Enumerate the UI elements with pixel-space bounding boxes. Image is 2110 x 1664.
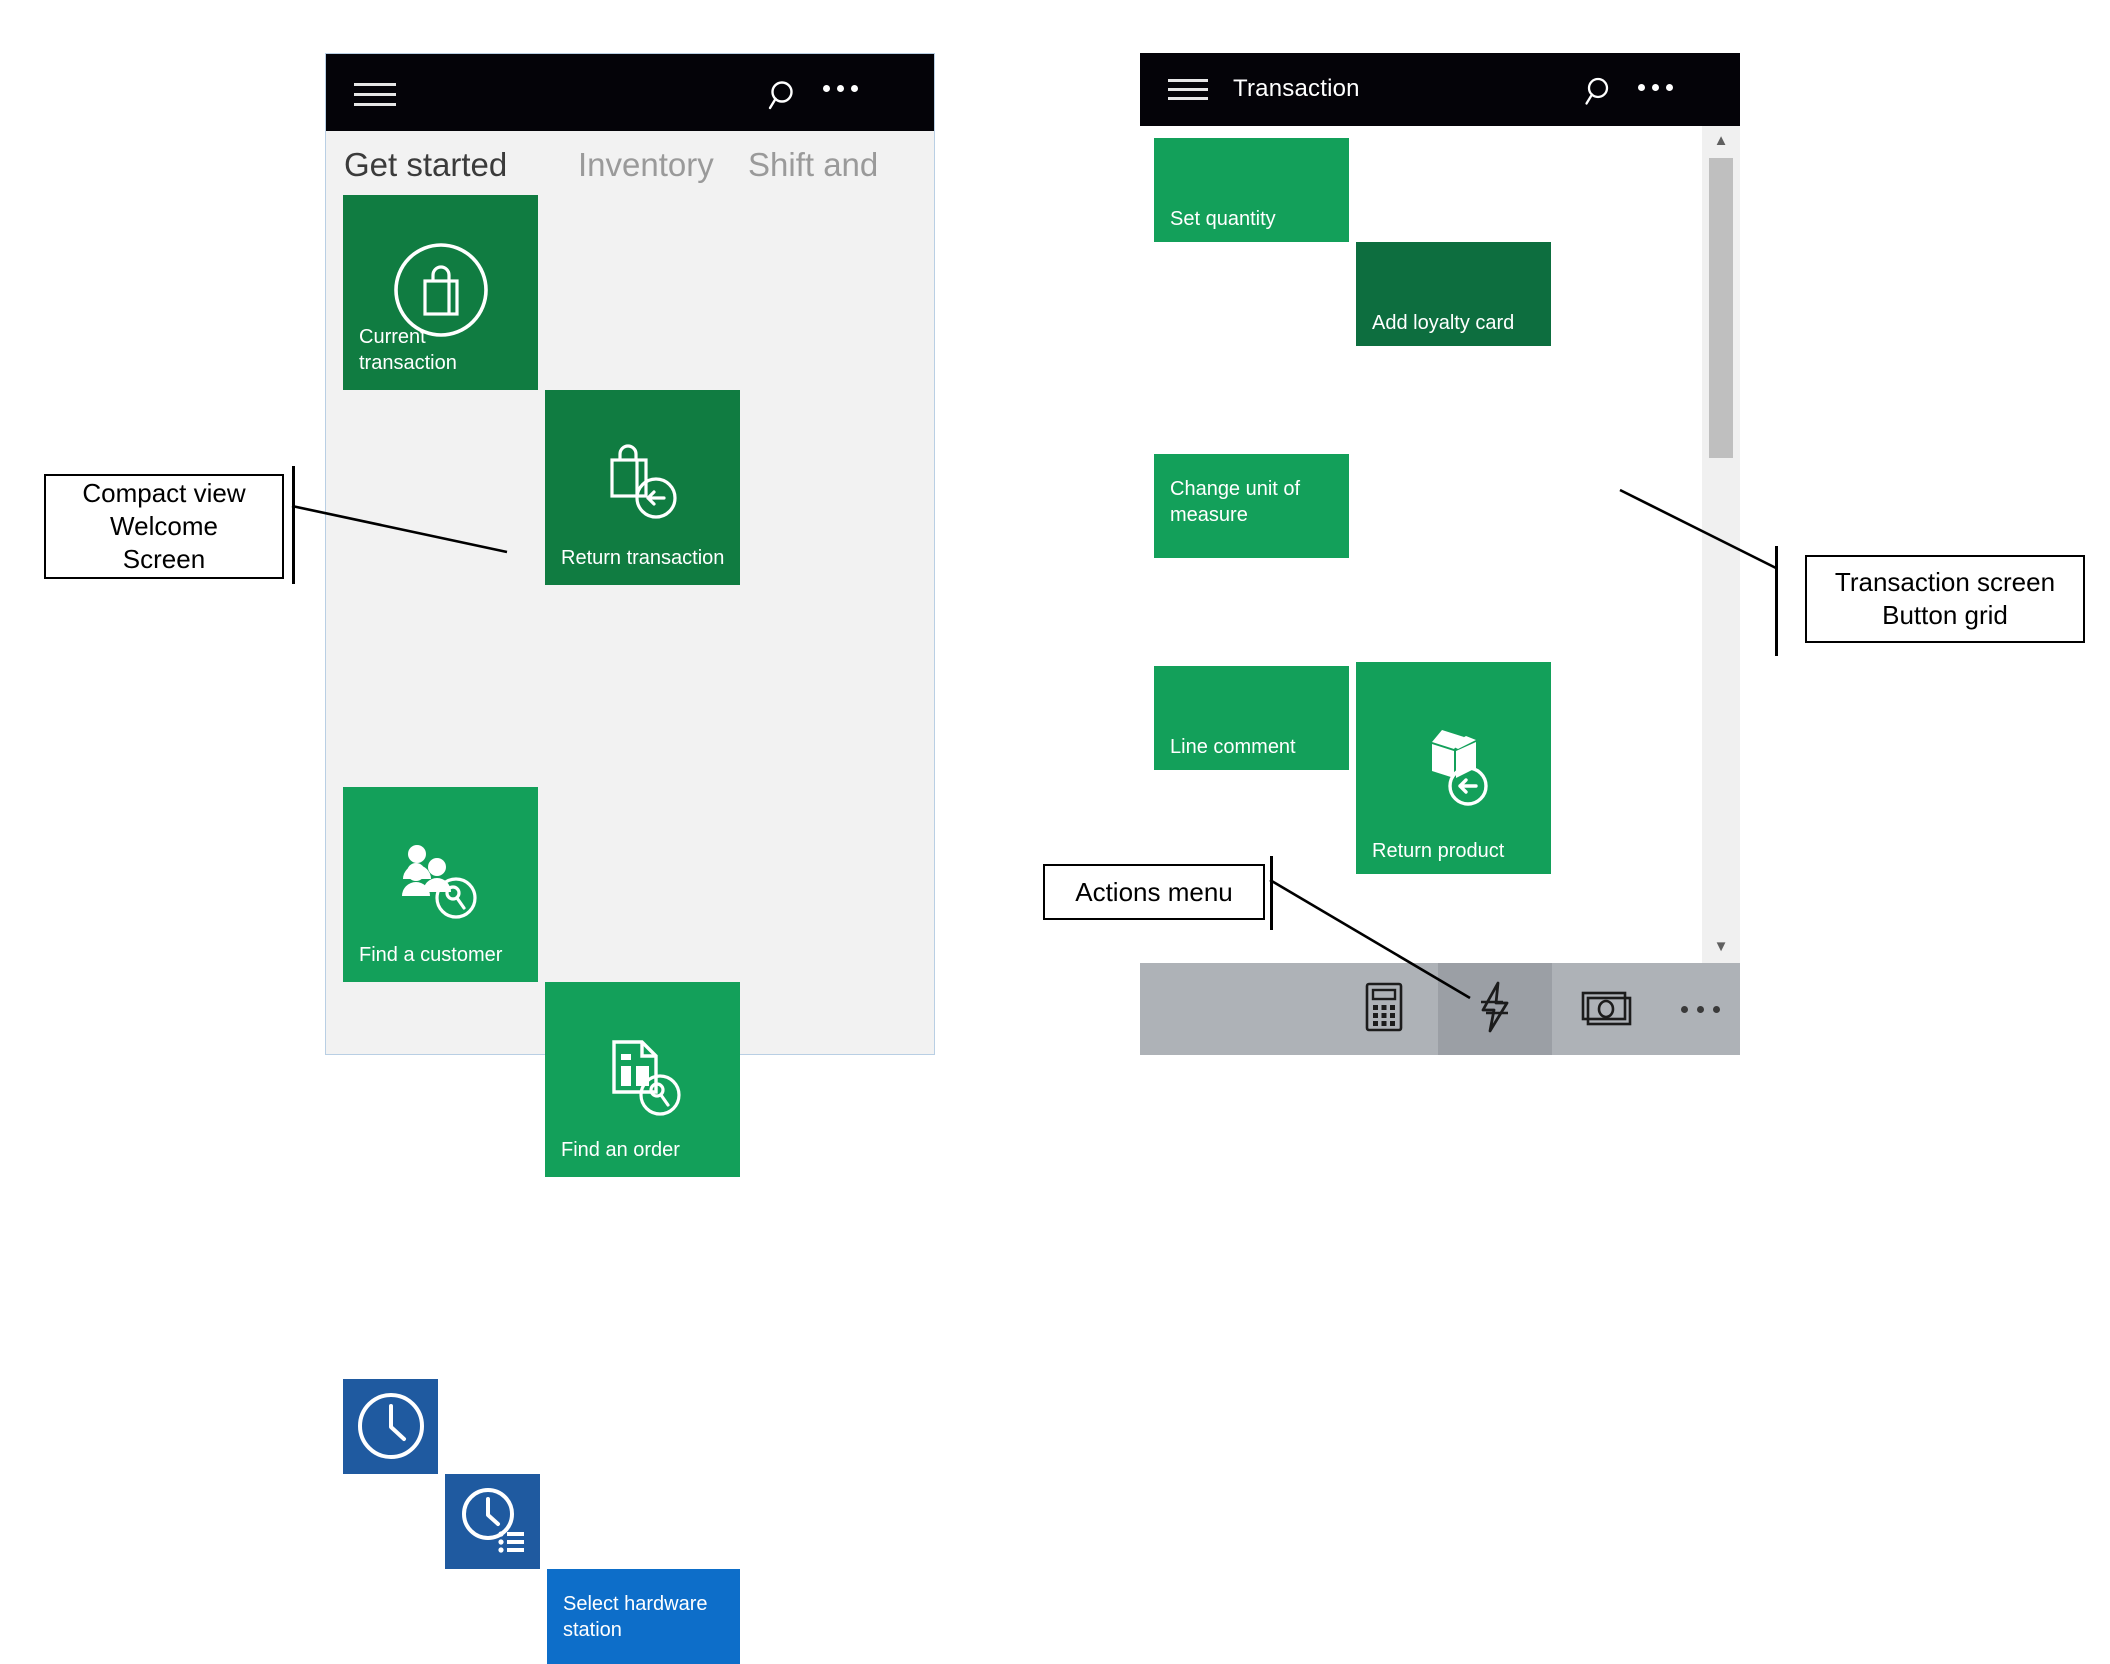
tile-label: Change unit of measure [1170, 478, 1301, 526]
scrollbar-thumb[interactable] [1709, 158, 1733, 458]
tile-return-transaction[interactable]: Return transaction [545, 390, 740, 585]
tile-select-hardware-station[interactable]: Select hardware station [547, 1569, 740, 1664]
annotation-leader-compact-view [291, 504, 508, 554]
tile-label: Find an order [561, 1139, 680, 1161]
annotation-line: Compact view [82, 478, 246, 508]
clock-with-list-icon [445, 1484, 540, 1558]
tile-find-an-order[interactable]: Find an order [545, 982, 740, 1177]
clock-icon [343, 1389, 438, 1463]
lightning-bolt-icon [1474, 980, 1516, 1039]
annotation-transaction-screen: Transaction screen Button grid [1805, 555, 2085, 643]
box-with-back-arrow-icon [1356, 716, 1551, 820]
tile-label: Line comment [1170, 736, 1296, 758]
annotation-actions-menu: Actions menu [1043, 864, 1265, 920]
annotation-line: Welcome [110, 511, 218, 541]
toolbar-more-button[interactable] [1660, 963, 1740, 1055]
tile-label: Find a customer [359, 944, 503, 966]
tab-inventory[interactable]: Inventory [578, 145, 714, 185]
annotation-line: Screen [122, 544, 206, 574]
annotation-compact-view: Compact view Welcome Screen [44, 474, 284, 579]
tile-line-comment[interactable]: Line comment [1154, 666, 1349, 770]
annotation-line: Button grid [1882, 600, 2008, 630]
search-icon[interactable] [1580, 74, 1616, 110]
tile-label: Add loyalty card [1372, 312, 1515, 334]
tile-add-loyalty-card[interactable]: Add loyalty card [1356, 242, 1551, 346]
tile-clock[interactable] [343, 1379, 438, 1474]
scroll-down-arrow-icon[interactable]: ▼ [1702, 938, 1740, 955]
people-with-magnifier-icon [343, 829, 538, 935]
more-options-icon[interactable] [823, 85, 863, 95]
tile-label: Return transaction [561, 547, 725, 569]
more-options-icon [1680, 1005, 1720, 1013]
cash-money-icon [1580, 987, 1632, 1032]
search-icon[interactable] [763, 77, 801, 115]
tile-label: Current transaction [359, 326, 457, 374]
hamburger-menu-icon[interactable] [354, 82, 396, 108]
annotation-leader-actions-menu [1269, 878, 1471, 1000]
left-app-bar [326, 54, 934, 131]
tile-clock-with-list[interactable] [445, 1474, 540, 1569]
tile-label: Select hardware station [563, 1593, 708, 1641]
annotation-line: Transaction screen [1834, 567, 2056, 597]
scroll-up-arrow-icon[interactable]: ▲ [1702, 132, 1740, 149]
toolbar-cash-button[interactable] [1552, 963, 1660, 1055]
tile-find-a-customer[interactable]: Find a customer [343, 787, 538, 982]
document-with-magnifier-icon [545, 1024, 740, 1130]
tile-change-unit-of-measure[interactable]: Change unit of measure [1154, 454, 1349, 558]
tile-return-product[interactable]: Return product [1356, 662, 1551, 874]
tile-set-quantity[interactable]: Set quantity [1154, 138, 1349, 242]
tile-label: Set quantity [1170, 208, 1276, 230]
hamburger-menu-icon[interactable] [1168, 79, 1208, 101]
annotation-leader-transaction-screen [1619, 488, 1777, 570]
tab-shift-and[interactable]: Shift and [748, 145, 878, 185]
tile-label: Return product [1372, 840, 1505, 862]
shopping-bag-with-back-arrow-icon [545, 432, 740, 538]
tab-get-started[interactable]: Get started [344, 145, 507, 185]
transaction-button-grid: Set quantity Add loyalty card Change uni… [1140, 126, 1700, 963]
annotation-line: Actions menu [1075, 876, 1233, 907]
more-options-icon[interactable] [1638, 84, 1678, 93]
tile-current-transaction[interactable]: Current transaction [343, 195, 538, 390]
left-tab-strip: Get started Inventory Shift and [326, 131, 934, 193]
app-bar-title: Transaction [1233, 75, 1360, 102]
right-app-bar: Transaction [1140, 53, 1740, 126]
